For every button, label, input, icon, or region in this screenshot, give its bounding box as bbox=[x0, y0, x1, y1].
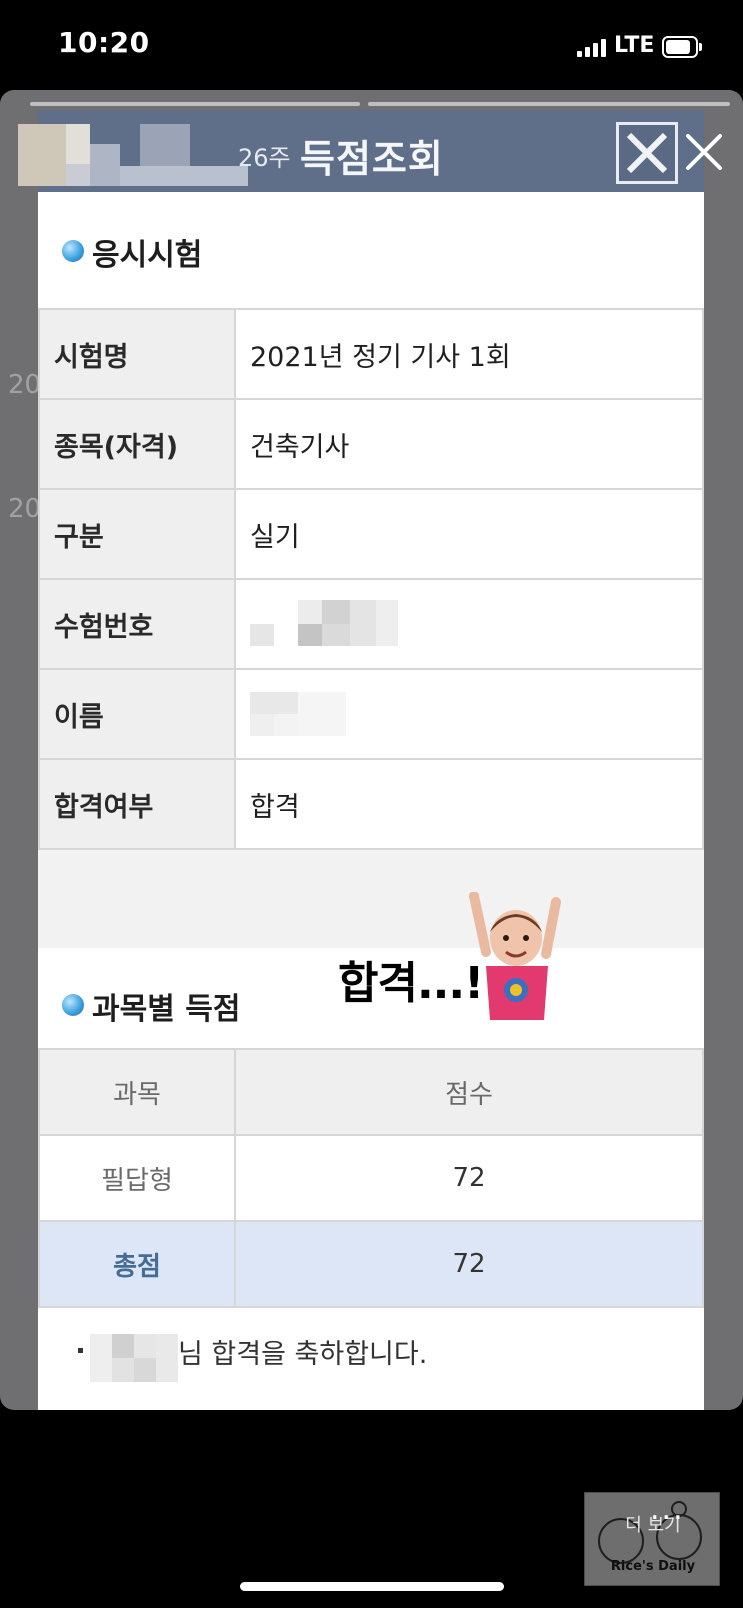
modal-title: 득점조회 bbox=[300, 137, 444, 181]
bullet-icon bbox=[62, 240, 84, 262]
table-row: 종목(자격) 건축기사 bbox=[38, 398, 704, 490]
score-table: 과목 점수 필답형 72 총점 72 bbox=[38, 1048, 704, 1308]
column-header: 점수 bbox=[234, 1048, 704, 1136]
table-row: 이름 bbox=[38, 668, 704, 760]
row-label: 시험명 bbox=[38, 308, 236, 400]
section-title: 과목별 득점 bbox=[92, 992, 241, 1027]
row-label: 이름 bbox=[38, 668, 236, 760]
story-close-icon[interactable] bbox=[682, 130, 726, 174]
background-text: 20 bbox=[8, 494, 42, 524]
exam-info-table: 시험명 2021년 정기 기사 1회 종목(자격) 건축기사 구분 실기 수험번… bbox=[38, 308, 704, 850]
exam-section-header: 응시시험 bbox=[38, 192, 704, 308]
redaction-mosaic bbox=[250, 692, 350, 736]
cellular-signal-icon bbox=[577, 37, 607, 57]
table-row: 합격여부 합격 bbox=[38, 758, 704, 850]
note-text: 님 합격을 축하합니다. bbox=[178, 1339, 428, 1370]
table-row: 구분 실기 bbox=[38, 488, 704, 580]
total-score: 72 bbox=[234, 1220, 704, 1308]
row-value: 합격 bbox=[234, 758, 704, 850]
status-time: 10:20 bbox=[58, 26, 150, 59]
network-label: LTE bbox=[614, 33, 655, 58]
row-label: 종목(자격) bbox=[38, 398, 236, 490]
row-value: 실기 bbox=[234, 488, 704, 580]
redaction-mosaic bbox=[90, 1334, 178, 1382]
total-row: 총점 72 bbox=[38, 1220, 704, 1308]
brand-name: Rice's Daily bbox=[610, 1559, 696, 1574]
row-label: 합격여부 bbox=[38, 758, 236, 850]
subject-cell: 필답형 bbox=[38, 1134, 236, 1222]
row-value: 건축기사 bbox=[234, 398, 704, 490]
row-label: 수험번호 bbox=[38, 578, 236, 670]
bullet-icon bbox=[62, 994, 84, 1016]
table-row: 수험번호 bbox=[38, 578, 704, 670]
modal-header: 26주 득점조회 bbox=[18, 110, 704, 192]
congratulation-note: 님 합격을 축하합니다. bbox=[38, 1308, 704, 1410]
story-progress bbox=[30, 102, 730, 106]
background-text: 20 bbox=[8, 370, 42, 400]
total-label: 총점 bbox=[38, 1220, 236, 1308]
redacted-exam-number bbox=[234, 578, 704, 670]
story-viewer: 20 20 26주 득점조회 응시시험 시험명 2021년 정기 기사 1회 종… bbox=[0, 90, 743, 1410]
table-row: 시험명 2021년 정기 기사 1회 bbox=[38, 308, 704, 400]
column-header: 과목 bbox=[38, 1048, 236, 1136]
home-indicator[interactable] bbox=[240, 1582, 504, 1591]
row-value: 2021년 정기 기사 1회 bbox=[234, 308, 704, 400]
score-modal: 26주 득점조회 응시시험 시험명 2021년 정기 기사 1회 종목(자격) … bbox=[18, 110, 704, 1410]
close-icon[interactable] bbox=[616, 122, 678, 184]
modal-body: 응시시험 시험명 2021년 정기 기사 1회 종목(자격) 건축기사 구분 실… bbox=[38, 192, 704, 1410]
status-bar: 10:20 LTE bbox=[0, 0, 743, 90]
row-label: 구분 bbox=[38, 488, 236, 580]
blurred-logo bbox=[18, 124, 248, 186]
more-dots-icon[interactable]: ... bbox=[650, 1492, 685, 1527]
battery-icon bbox=[662, 36, 702, 58]
redaction-mosaic bbox=[250, 600, 400, 648]
score-cell: 72 bbox=[234, 1134, 704, 1222]
modal-round: 26주 bbox=[238, 144, 291, 172]
table-header-row: 과목 점수 bbox=[38, 1048, 704, 1136]
bullet-icon bbox=[78, 1348, 83, 1353]
table-row: 필답형 72 bbox=[38, 1134, 704, 1222]
baby-sticker bbox=[456, 891, 576, 1022]
redacted-name bbox=[234, 668, 704, 760]
section-title: 응시시험 bbox=[92, 238, 203, 273]
